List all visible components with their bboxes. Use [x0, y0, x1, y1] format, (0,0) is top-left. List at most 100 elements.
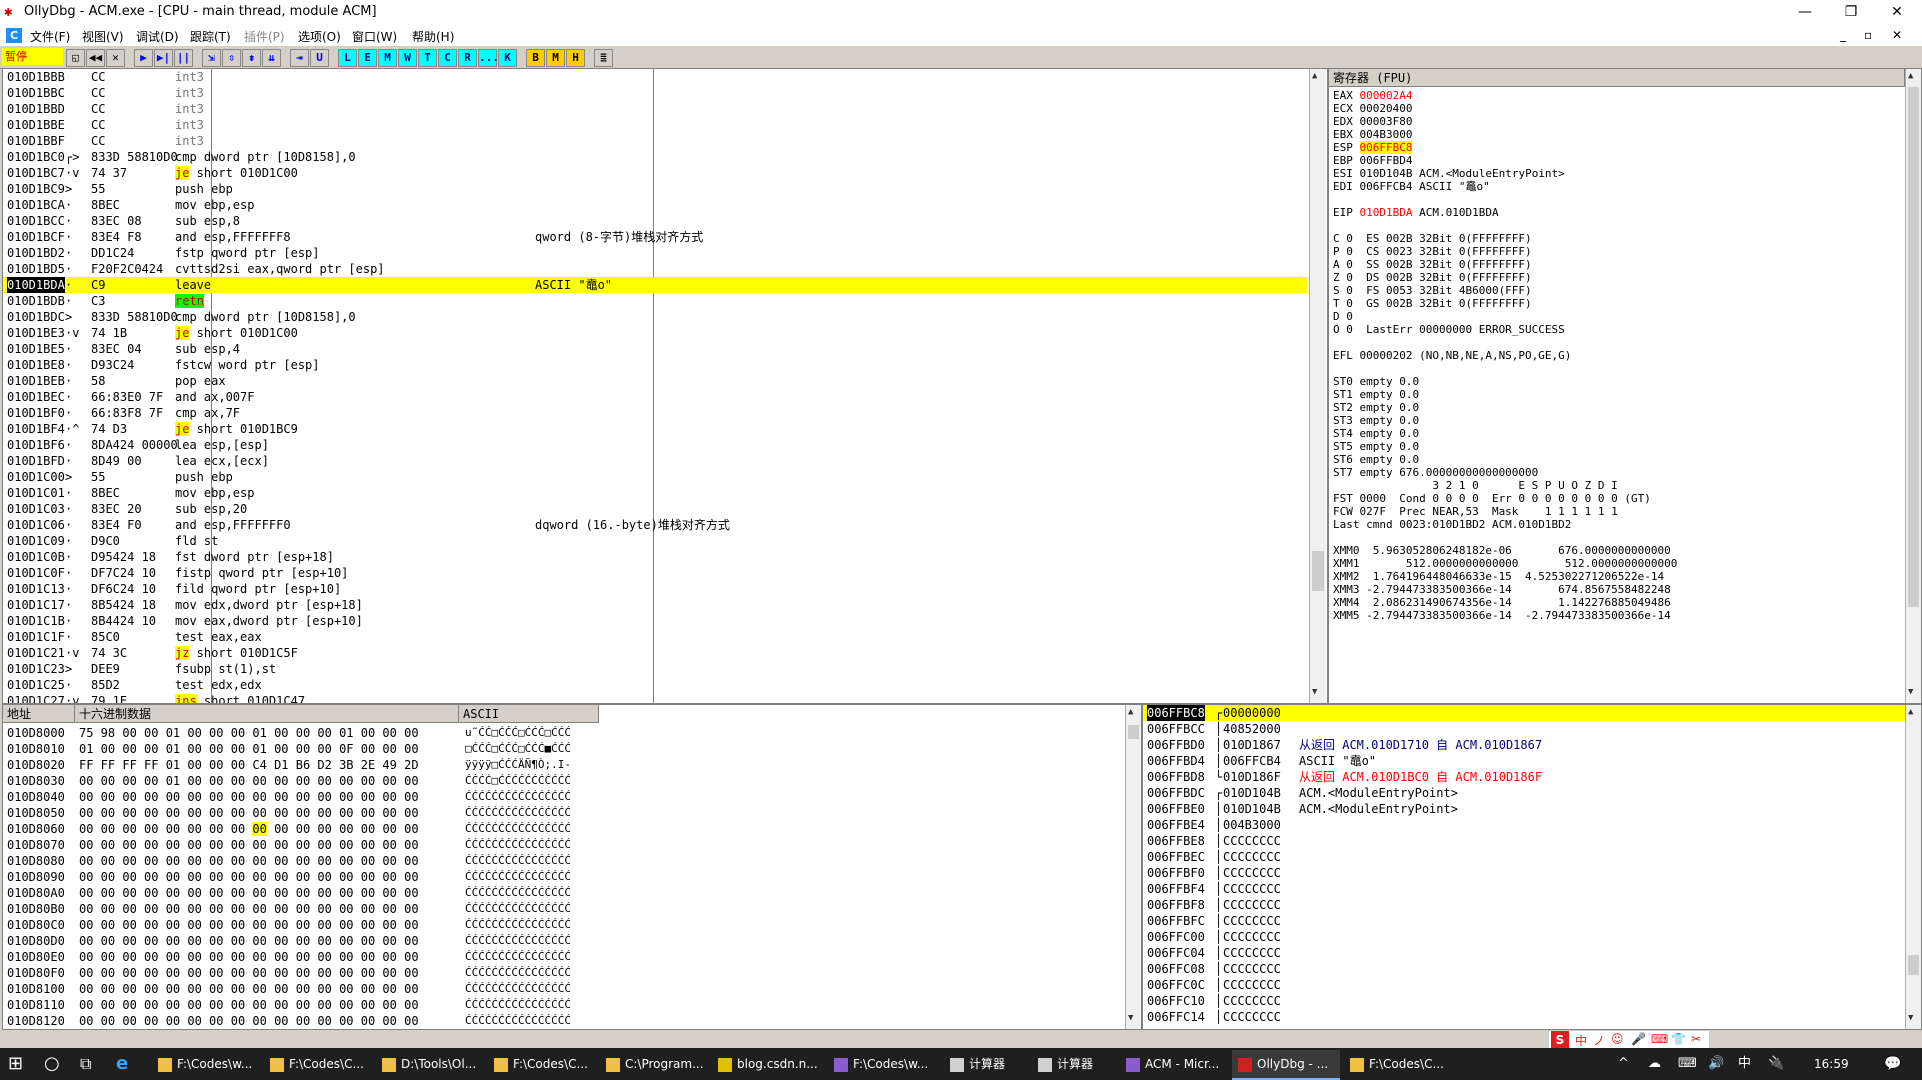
- dump-scrollbar[interactable]: ▲ ▼: [1125, 705, 1141, 1029]
- register-line[interactable]: EDI 006FFCB4 ASCII "鼁o": [1333, 180, 1490, 193]
- dump-scroll-up-icon[interactable]: ▲: [1128, 707, 1133, 717]
- disasm-row[interactable]: 010D1BE3 ·v 74 1B je short 010D1C00: [3, 325, 1307, 341]
- stack-row[interactable]: 006FFBE8 │ CCCCCCCC: [1143, 833, 1903, 849]
- dump-row[interactable]: 010D8040 00 00 00 00 00 00 00 00 00 00 00…: [3, 789, 1123, 805]
- stack-row[interactable]: 006FFBF8 │ CCCCCCCC: [1143, 897, 1903, 913]
- registers-scroll-thumb[interactable]: [1908, 87, 1919, 607]
- disasm-row[interactable]: 010D1BBC CC int3: [3, 85, 1307, 101]
- current-instruction-row[interactable]: 010D1BDA · C9 leave ASCII "鼁o": [3, 277, 1307, 293]
- hardware-breakpoints-button[interactable]: H: [566, 49, 585, 67]
- disasm-row[interactable]: 010D1C00 >55 push ebp: [3, 469, 1307, 485]
- stack-pane[interactable]: ▲ ▼ 006FFBC8 ┌ 00000000 006FFBCC │ 40852000 00…: [1142, 704, 1922, 1030]
- disasm-row[interactable]: 010D1C1B · 8B4424 10 mov eax,dword ptr [esp…: [3, 613, 1307, 629]
- menu-plugins[interactable]: 插件(P): [244, 28, 285, 45]
- register-line[interactable]: 3 2 1 0 E S P U O Z D I: [1333, 479, 1617, 492]
- dump-scroll-down-icon[interactable]: ▼: [1128, 1013, 1133, 1023]
- stack-scroll-down-icon[interactable]: ▼: [1908, 1013, 1913, 1023]
- dump-row[interactable]: 010D8030 00 00 00 00 01 00 00 00 00 00 00…: [3, 773, 1123, 789]
- scroll-up-arrow-icon[interactable]: ▲: [1312, 71, 1317, 81]
- restart-button[interactable]: ◀◀: [86, 49, 105, 67]
- register-line[interactable]: T 0 GS 002B 32Bit 0(FFFFFFFF): [1333, 297, 1532, 310]
- register-line[interactable]: ST6 empty 0.0: [1333, 453, 1419, 466]
- execute-till-return-button[interactable]: ⇥: [290, 49, 309, 67]
- mdi-restore-button[interactable]: ▫: [1864, 28, 1872, 42]
- ime-mode-icon[interactable]: 中: [1738, 1050, 1751, 1078]
- stack-row[interactable]: 006FFBF4 │ CCCCCCCC: [1143, 881, 1903, 897]
- register-line[interactable]: XMM2 1.764196448046633e-15 4.52530227120…: [1333, 570, 1664, 583]
- breakpoints-button[interactable]: B: [526, 49, 545, 67]
- register-line[interactable]: ESI 010D104B ACM.<ModuleEntryPoint>: [1333, 167, 1565, 180]
- dump-row[interactable]: 010D8100 00 00 00 00 00 00 00 00 00 00 00…: [3, 981, 1123, 997]
- disasm-row[interactable]: 010D1BD2 · DD1C24 fstp qword ptr [esp]: [3, 245, 1307, 261]
- step-over-button[interactable]: ⇳: [222, 49, 241, 67]
- disasm-row[interactable]: 010D1BBF CC int3: [3, 133, 1307, 149]
- dump-row[interactable]: 010D8050 00 00 00 00 00 00 00 00 00 00 00…: [3, 805, 1123, 821]
- register-value[interactable]: 000002A4: [1360, 89, 1413, 102]
- dump-row[interactable]: 010D80F0 00 00 00 00 00 00 00 00 00 00 00…: [3, 965, 1123, 981]
- registers-header[interactable]: 寄存器 (FPU): [1329, 69, 1905, 87]
- register-line[interactable]: S 0 FS 0053 32Bit 4B6000(FFF): [1333, 284, 1532, 297]
- taskbar-item-folder[interactable]: F:\Codes\w...: [152, 1050, 260, 1078]
- register-line[interactable]: P 0 CS 0023 32Bit 0(FFFFFFFF): [1333, 245, 1532, 258]
- register-line[interactable]: EIP 010D1BDA ACM.010D1BDA: [1333, 206, 1499, 219]
- dump-row[interactable]: 010D8080 00 00 00 00 00 00 00 00 00 00 00…: [3, 853, 1123, 869]
- power-icon[interactable]: 🔌: [1768, 1050, 1784, 1078]
- task-view-button[interactable]: ⧉: [80, 1050, 91, 1078]
- disasm-row[interactable]: 010D1BBE CC int3: [3, 117, 1307, 133]
- close-button[interactable]: ✕: [1874, 0, 1920, 26]
- dump-row[interactable]: 010D8020 FF FF FF FF 01 00 00 00 C4 D1 B6…: [3, 757, 1123, 773]
- register-line[interactable]: ECX 00020400: [1333, 102, 1412, 115]
- register-line[interactable]: O 0 LastErr 00000000 ERROR_SUCCESS: [1333, 323, 1565, 336]
- disasm-row[interactable]: 010D1BFD · 8D49 00 lea ecx,[ecx]: [3, 453, 1307, 469]
- register-line[interactable]: ST2 empty 0.0: [1333, 401, 1419, 414]
- cpu-window-icon[interactable]: C: [6, 28, 22, 43]
- disasm-row[interactable]: 010D1BCA · 8BEC mov ebp,esp: [3, 197, 1307, 213]
- register-value[interactable]: 006FFBD4: [1360, 154, 1413, 167]
- registers-scrollbar[interactable]: ▲ ▼: [1905, 69, 1921, 703]
- registers-scroll-up-icon[interactable]: ▲: [1908, 71, 1913, 81]
- selected-byte[interactable]: 00: [252, 822, 267, 836]
- dump-row[interactable]: 010D8060 00 00 00 00 00 00 00 00 00 00 00…: [3, 821, 1123, 837]
- register-line[interactable]: ST3 empty 0.0: [1333, 414, 1419, 427]
- register-value[interactable]: 00020400: [1360, 102, 1413, 115]
- disasm-row[interactable]: 010D1BE5 · 83EC 04 sub esp,4: [3, 341, 1307, 357]
- register-value[interactable]: 010D104B: [1360, 167, 1413, 180]
- run-trace-button[interactable]: ...: [478, 49, 499, 67]
- disasm-row[interactable]: 010D1BF4 ·^ 74 D3 je short 010D1BC9: [3, 421, 1307, 437]
- stack-scroll-thumb[interactable]: [1908, 955, 1919, 975]
- register-line[interactable]: XMM0 5.963052806248182e-06 676.000000000…: [1333, 544, 1671, 557]
- stack-row[interactable]: 006FFC14 │ CCCCCCCC: [1143, 1009, 1903, 1025]
- stack-row[interactable]: 006FFBCC │ 40852000: [1143, 721, 1903, 737]
- dump-row[interactable]: 010D80B0 00 00 00 00 00 00 00 00 00 00 00…: [3, 901, 1123, 917]
- register-line[interactable]: EDX 00003F80: [1333, 115, 1412, 128]
- dump-address-header[interactable]: 地址: [3, 705, 75, 723]
- trace-into-button[interactable]: ⇟: [242, 49, 261, 67]
- disasm-row[interactable]: 010D1C1F · 85C0 test eax,eax: [3, 629, 1307, 645]
- taskbar-item-folder[interactable]: F:\Codes\C...: [264, 1050, 372, 1078]
- stack-row[interactable]: 006FFC00 │ CCCCCCCC: [1143, 929, 1903, 945]
- dump-row[interactable]: 010D8000 75 98 00 00 01 00 00 00 01 00 00…: [3, 725, 1123, 741]
- ime-chinese-mode[interactable]: 中: [1575, 1032, 1587, 1049]
- register-line[interactable]: XMM5 -2.794473383500366e-14 -2.794473383…: [1333, 609, 1671, 622]
- step-into-button[interactable]: ⇲: [202, 49, 221, 67]
- dump-row[interactable]: 010D80D0 00 00 00 00 00 00 00 00 00 00 00…: [3, 933, 1123, 949]
- disasm-row[interactable]: 010D1C23 > DEE9 fsubp st(1),st: [3, 661, 1307, 677]
- menu-window[interactable]: 窗口(W): [352, 28, 397, 45]
- taskbar-item-vs[interactable]: ACM - Micr...: [1120, 1050, 1228, 1078]
- log-window-button[interactable]: L: [338, 49, 357, 67]
- menu-trace[interactable]: 跟踪(T): [190, 28, 231, 45]
- menu-debug[interactable]: 调试(D): [136, 28, 179, 45]
- register-line[interactable]: A 0 SS 002B 32Bit 0(FFFFFFFF): [1333, 258, 1532, 271]
- stack-row[interactable]: 006FFC04 │ CCCCCCCC: [1143, 945, 1903, 961]
- register-value[interactable]: 010D1BDA: [1360, 206, 1413, 219]
- options-list-button[interactable]: ≣: [594, 49, 613, 67]
- taskbar-item-folder[interactable]: D:\Tools\Ol...: [376, 1050, 484, 1078]
- register-line[interactable]: Last cmnd 0023:010D1BD2 ACM.010D1BD2: [1333, 518, 1571, 531]
- call-stack-button[interactable]: K: [498, 49, 517, 67]
- disasm-row[interactable]: 010D1C0F · DF7C24 10 fistp qword ptr [esp+1…: [3, 565, 1307, 581]
- registers-pane[interactable]: 寄存器 (FPU) ▲ ▼ EAX 000002A4 ECX 00020400 ED…: [1328, 68, 1922, 704]
- stack-row[interactable]: 006FFC10 │ CCCCCCCC: [1143, 993, 1903, 1009]
- taskbar-item-vs[interactable]: F:\Codes\w...: [828, 1050, 940, 1078]
- stack-row[interactable]: 006FFBD4 │ 006FFCB4 ASCII "鼁o": [1143, 753, 1903, 769]
- tray-overflow-icon[interactable]: ^: [1618, 1050, 1629, 1078]
